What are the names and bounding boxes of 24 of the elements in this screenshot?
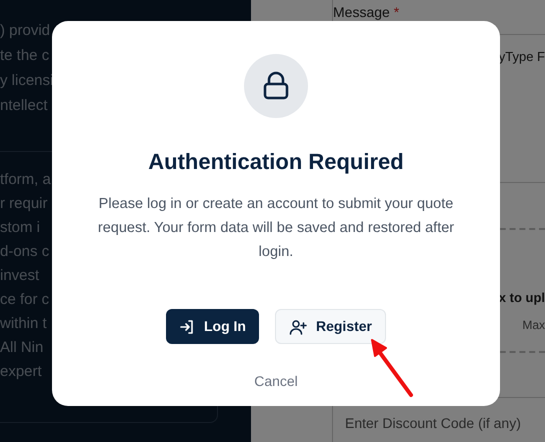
cancel-button[interactable]: Cancel: [254, 371, 298, 392]
paragraph-text: ntellect: [0, 96, 48, 115]
paragraph-text: y licensi: [0, 71, 54, 90]
card-text: r requir: [0, 194, 48, 213]
card-text: ce for c: [0, 290, 50, 309]
login-button[interactable]: Log In: [166, 309, 259, 344]
card-text: expert: [0, 362, 42, 381]
card-text: tform, a: [0, 170, 51, 189]
paragraph-text: ) provid: [0, 21, 50, 40]
card-text: invest: [0, 266, 40, 285]
card-text: d-ons c: [0, 242, 50, 261]
dialog-title: Authentication Required: [148, 148, 404, 176]
field-label: Message *: [333, 4, 400, 20]
add-user-icon: [288, 318, 307, 334]
paragraph-text: te the c: [0, 46, 50, 65]
login-icon: [178, 318, 195, 334]
dialog-message: Please log in or create an account to submit your quote request. Your form data will be saved and restored after login.: [96, 195, 456, 262]
card-text: stom i: [0, 218, 40, 237]
upload-limit-text: Max: [522, 316, 545, 334]
message-text: yType F: [498, 48, 545, 66]
card-text: within t: [0, 314, 47, 333]
discount-code-field[interactable]: Enter Discount Code (if any): [345, 413, 545, 434]
card-text: All Nin: [0, 338, 44, 357]
register-button[interactable]: Register: [274, 309, 386, 344]
